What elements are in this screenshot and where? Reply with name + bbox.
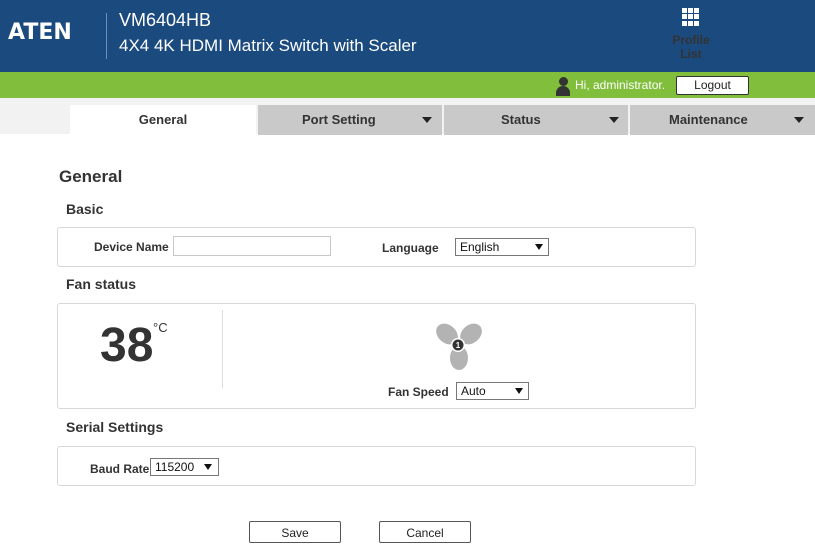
logo-divider (106, 13, 107, 59)
fan-speed-label: Fan Speed (388, 385, 449, 399)
baud-rate-label: Baud Rate (90, 462, 150, 476)
aten-logo: ATEN (8, 20, 72, 45)
fan-icon: 1 (436, 323, 482, 370)
fan-panel-divider (222, 310, 223, 388)
device-subtitle: 4X4 4K HDMI Matrix Switch with Scaler (119, 36, 417, 55)
serial-section-title: Serial Settings (66, 419, 164, 435)
chevron-down-icon (204, 464, 212, 470)
device-model: VM6404HB (119, 10, 212, 30)
temperature-value: 38 (100, 319, 154, 372)
tab-status-label: Status (501, 112, 541, 127)
profile-list-button[interactable]: Profile List (661, 8, 721, 61)
language-select-value: English (460, 240, 500, 254)
baud-rate-select-value: 115200 (155, 460, 195, 474)
tab-maintenance-label: Maintenance (669, 112, 748, 127)
header-bar: ATEN VM6404HB 4X4 4K HDMI Matrix Switch … (0, 0, 815, 72)
fan-number: 1 (456, 341, 461, 350)
basic-section-title: Basic (66, 201, 104, 217)
chevron-down-icon (609, 117, 619, 123)
tab-general-label: General (138, 112, 188, 127)
chevron-down-icon (535, 244, 543, 250)
chevron-down-icon (794, 117, 804, 123)
profile-list-icon (682, 8, 700, 26)
language-select[interactable]: English (455, 238, 549, 256)
user-icon (556, 77, 570, 96)
device-name-label: Device Name (94, 240, 169, 254)
cancel-button[interactable]: Cancel (379, 521, 471, 543)
profile-list-label: Profile List (672, 33, 710, 61)
fan-speed-select-value: Auto (461, 384, 486, 398)
baud-rate-select[interactable]: 115200 (150, 458, 219, 476)
device-name-input[interactable] (173, 236, 331, 256)
temperature-unit: °C (153, 320, 168, 335)
logout-button[interactable]: Logout (676, 76, 749, 95)
user-greeting: Hi, administrator. (575, 78, 666, 92)
chevron-down-icon (515, 388, 523, 394)
tab-general[interactable]: General (70, 105, 256, 135)
tab-maintenance[interactable]: Maintenance (630, 105, 815, 135)
fan-speed-select[interactable]: Auto (456, 382, 529, 400)
tab-status[interactable]: Status (444, 105, 628, 135)
save-button[interactable]: Save (249, 521, 341, 543)
tab-port-setting[interactable]: Port Setting (258, 105, 442, 135)
language-label: Language (382, 241, 439, 255)
tab-port-setting-label: Port Setting (302, 112, 376, 127)
page-title: General (59, 167, 123, 186)
fan-section-title: Fan status (66, 276, 137, 292)
chevron-down-icon (422, 117, 432, 123)
